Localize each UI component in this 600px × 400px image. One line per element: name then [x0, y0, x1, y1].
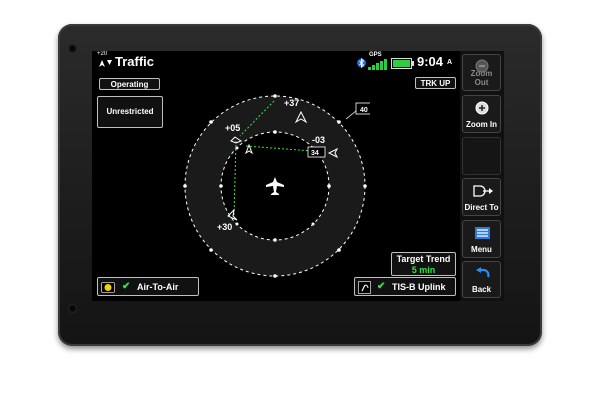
zoom-out-label: Zoom Out	[470, 69, 493, 87]
traffic-altitude-label: -03	[312, 135, 325, 145]
track-up-button[interactable]: TRK UP	[415, 77, 456, 89]
menu-icon	[475, 227, 490, 239]
zoom-in-icon	[475, 101, 489, 115]
target-trend-value: 5 min	[411, 265, 436, 275]
direct-to-button[interactable]: Direct To	[462, 178, 501, 216]
uplink-antenna-icon	[358, 281, 371, 294]
operating-button[interactable]: Operating	[99, 78, 160, 90]
target-trend-button[interactable]: Target Trend 5 min	[391, 252, 456, 276]
screen: +20 Traffic GPS 9:04 A Operating Unrestr…	[92, 51, 504, 301]
empty-softkey[interactable]	[462, 137, 501, 175]
tis-b-uplink-button[interactable]: ✔ TIS-B Uplink	[354, 277, 456, 296]
back-label: Back	[471, 285, 492, 294]
air-to-air-button[interactable]: ✔ Air-To-Air	[97, 277, 199, 296]
traffic-display-icon	[101, 282, 115, 293]
callout-leader	[345, 110, 357, 120]
gps-signal-icon	[368, 59, 387, 70]
unrestricted-button[interactable]: Unrestricted	[97, 96, 163, 128]
clock-suffix: A	[447, 59, 453, 66]
traffic-altitude-label: +30	[217, 222, 232, 232]
direct-to-label: Direct To	[464, 203, 499, 212]
bluetooth-icon	[357, 57, 366, 69]
mount-hole	[68, 304, 77, 313]
traffic-altitude-label: +05	[225, 123, 240, 133]
traffic-altitude-label: +37	[284, 98, 299, 108]
zoom-out-button[interactable]: Zoom Out	[462, 54, 501, 91]
status-bar: +20 Traffic GPS 9:04 A	[92, 51, 504, 73]
traffic-app-icon	[99, 60, 112, 67]
check-icon: ✔	[377, 281, 386, 292]
back-button[interactable]: Back	[462, 261, 501, 298]
zoom-in-button[interactable]: Zoom In	[462, 95, 501, 133]
mount-hole	[68, 44, 77, 53]
menu-label: Menu	[471, 245, 492, 254]
zoom-in-label: Zoom In	[465, 120, 498, 129]
page-title: Traffic	[115, 54, 155, 69]
clock-time: 9:04	[417, 54, 444, 69]
check-icon: ✔	[122, 281, 131, 292]
direct-to-icon	[473, 185, 493, 197]
target-trend-title: Target Trend	[396, 254, 451, 264]
menu-button[interactable]: Menu	[462, 220, 501, 258]
traffic-radar: +37 +05 -03 +30 40 34	[183, 94, 370, 278]
side-button-bar: Zoom Out Zoom In Direct To Menu Back	[460, 51, 504, 301]
gps-label: GPS	[369, 52, 382, 58]
track-callout: 40	[360, 107, 368, 114]
back-arrow-icon	[476, 267, 490, 278]
track-callout: 34	[311, 150, 319, 157]
tis-b-uplink-label: TIS-B Uplink	[392, 282, 446, 292]
battery-icon	[391, 58, 414, 69]
air-to-air-label: Air-To-Air	[137, 282, 179, 292]
